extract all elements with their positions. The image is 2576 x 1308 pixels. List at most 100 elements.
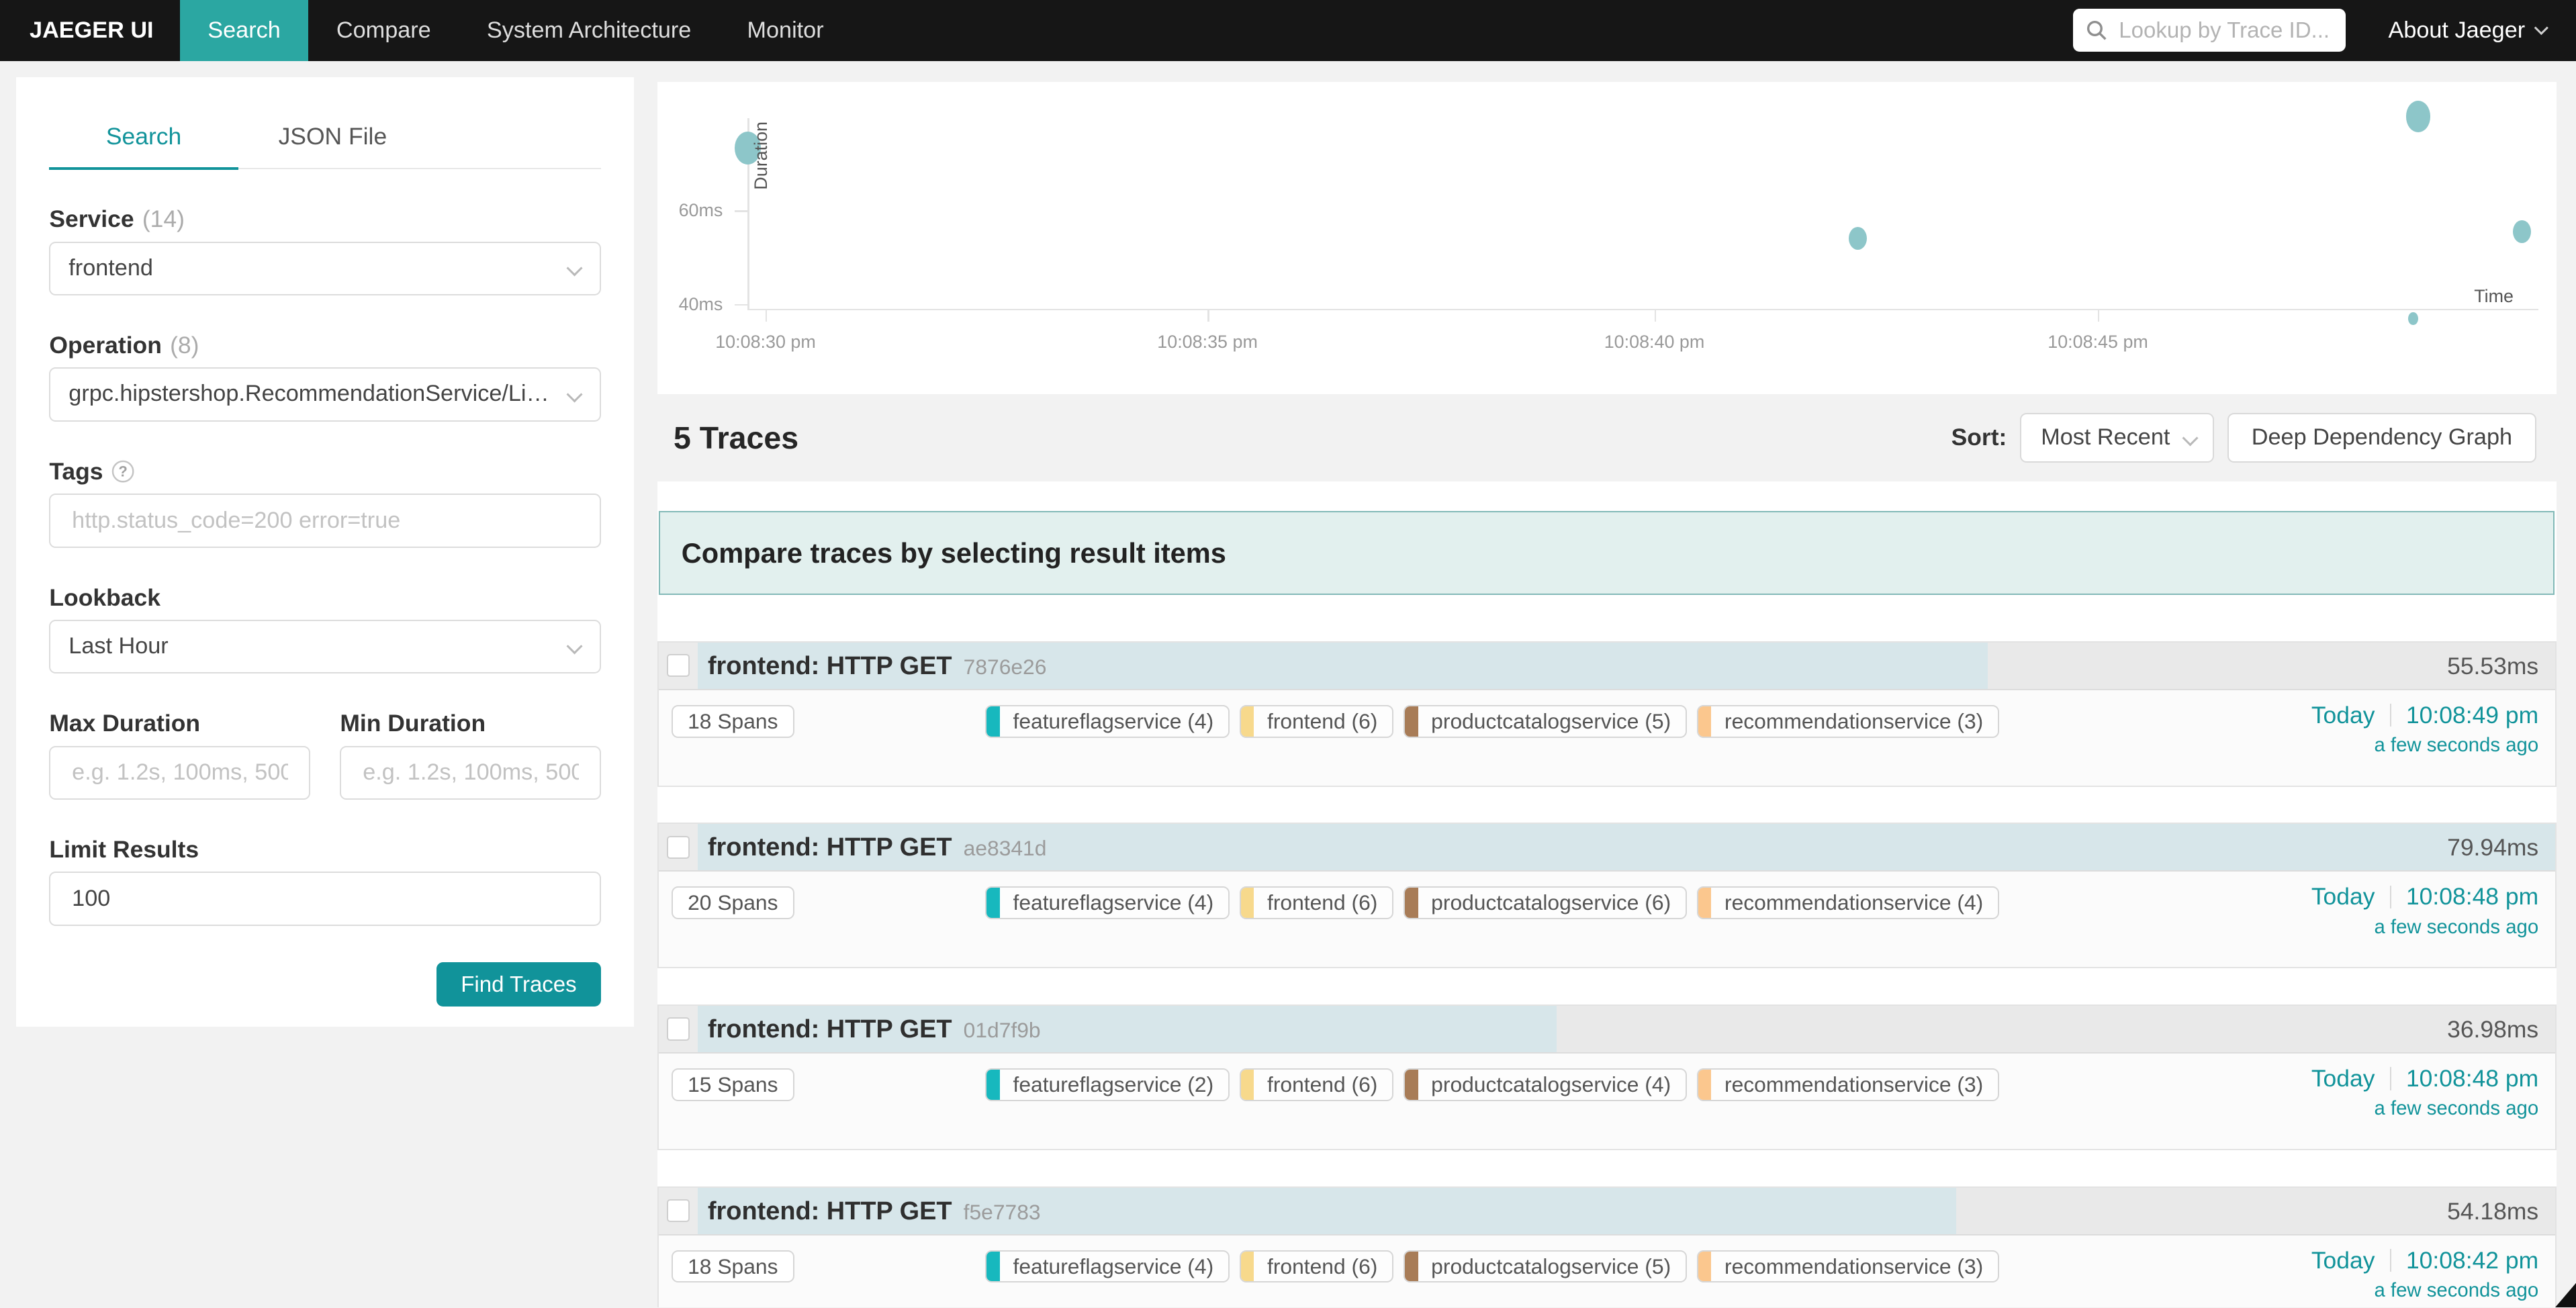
scatter-point[interactable] — [2406, 101, 2431, 132]
trace-result-card[interactable]: frontend: HTTP GETf5e7783 54.18ms 18 Spa… — [657, 1186, 2557, 1308]
x-tick-label: 10:08:30 pm — [715, 332, 816, 353]
trace-result-card[interactable]: frontend: HTTP GET7876e26 55.53ms 18 Spa… — [657, 641, 2557, 787]
compare-banner: Compare traces by selecting result items — [659, 511, 2555, 595]
span-count-pill: 18 Spans — [672, 705, 794, 738]
service-tag-label: frontend (6) — [1254, 709, 1392, 734]
trace-time-link[interactable]: 10:08:48 pm — [2406, 1065, 2538, 1092]
nav-item-search[interactable]: Search — [180, 0, 309, 61]
nav-item-compare[interactable]: Compare — [308, 0, 459, 61]
span-count-pill: 20 Spans — [672, 886, 794, 919]
span-count-pill: 15 Spans — [672, 1068, 794, 1101]
time-divider — [2390, 1249, 2391, 1272]
results-header: 5 Traces Sort: Most Recent Deep Dependen… — [657, 394, 2557, 481]
service-select-value: frontend — [68, 255, 153, 281]
service-tag-pill: productcatalogservice (6) — [1404, 886, 1687, 919]
min-duration-field: Min Duration — [340, 710, 601, 800]
trace-card-body: 20 Spans featureflagservice (4) frontend… — [659, 872, 2555, 967]
trace-select-checkbox[interactable] — [667, 1199, 690, 1222]
trace-id: f5e7783 — [964, 1200, 1041, 1224]
cursor-arrow — [2544, 1275, 2576, 1307]
max-duration-input[interactable] — [68, 747, 291, 799]
trace-card-header[interactable]: frontend: HTTP GETf5e7783 54.18ms — [659, 1188, 2555, 1235]
service-tag-label: frontend (6) — [1254, 1254, 1392, 1279]
about-jaeger-menu[interactable]: About Jaeger — [2388, 17, 2546, 44]
service-tag-label: frontend (6) — [1254, 890, 1392, 915]
chevron-down-icon — [566, 260, 582, 276]
trace-select-checkbox[interactable] — [667, 836, 690, 859]
trace-relative-time: a few seconds ago — [2311, 1279, 2538, 1302]
duration-fields: Max Duration Min Duration — [49, 710, 601, 800]
service-tag-label: productcatalogservice (6) — [1418, 890, 1686, 915]
limit-results-input[interactable] — [68, 873, 582, 925]
operation-label: Operation(8) — [49, 332, 601, 359]
service-color-swatch — [986, 706, 1000, 737]
trace-time-link[interactable]: 10:08:48 pm — [2406, 883, 2538, 910]
service-color-swatch — [1405, 888, 1418, 918]
trace-card-header[interactable]: frontend: HTTP GET01d7f9b 36.98ms — [659, 1006, 2555, 1054]
x-axis-line — [747, 309, 2538, 310]
service-tag-label: productcatalogservice (5) — [1418, 1254, 1686, 1279]
tab-json-file[interactable]: JSON File — [238, 110, 427, 169]
trace-title: frontend: HTTP GET — [708, 1015, 952, 1043]
service-color-swatch — [986, 1070, 1000, 1100]
service-tag-label: featureflagservice (4) — [1000, 709, 1228, 734]
max-duration-field: Max Duration — [49, 710, 310, 800]
sort-select[interactable]: Most Recent — [2020, 413, 2214, 462]
trace-result-card[interactable]: frontend: HTTP GET01d7f9b 36.98ms 15 Spa… — [657, 1005, 2557, 1150]
trace-card-header[interactable]: frontend: HTTP GETae8341d 79.94ms — [659, 824, 2555, 872]
min-duration-input[interactable] — [359, 747, 582, 799]
service-tags: featureflagservice (2) frontend (6) prod… — [985, 1068, 1999, 1101]
tags-input-box — [49, 494, 601, 548]
tab-search[interactable]: Search — [49, 110, 238, 170]
trace-result-card[interactable]: frontend: HTTP GETae8341d 79.94ms 20 Spa… — [657, 823, 2557, 968]
trace-date-link[interactable]: Today — [2311, 1065, 2375, 1092]
max-duration-label: Max Duration — [49, 710, 310, 737]
trace-select-checkbox[interactable] — [667, 1017, 690, 1040]
trace-date-link[interactable]: Today — [2311, 702, 2375, 729]
scatter-point[interactable] — [2513, 220, 2531, 243]
scatter-point[interactable] — [1849, 227, 1867, 250]
trace-lookup-input[interactable] — [2115, 16, 2332, 45]
deep-dependency-graph-button[interactable]: Deep Dependency Graph — [2227, 413, 2537, 462]
trace-time-link[interactable]: 10:08:49 pm — [2406, 702, 2538, 729]
sort-select-value: Most Recent — [2041, 424, 2170, 450]
svg-text:?: ? — [118, 463, 127, 480]
service-color-swatch — [1698, 1252, 1712, 1282]
service-count: (14) — [142, 205, 185, 233]
trace-date-link[interactable]: Today — [2311, 883, 2375, 910]
service-color-swatch — [986, 888, 1000, 918]
limit-results-input-box — [49, 872, 601, 926]
service-tag-pill: recommendationservice (3) — [1697, 1250, 1999, 1283]
operation-select[interactable]: grpc.hipstershop.RecommendationService/L… — [49, 367, 601, 422]
nav-right: About Jaeger — [2073, 0, 2576, 61]
trace-checkbox-cell — [659, 1188, 698, 1234]
trace-card-body: 18 Spans featureflagservice (4) frontend… — [659, 1235, 2555, 1308]
tags-input[interactable] — [68, 495, 582, 547]
lookback-select[interactable]: Last Hour — [49, 620, 601, 674]
trace-date-link[interactable]: Today — [2311, 1247, 2375, 1274]
service-tag-pill: featureflagservice (4) — [985, 886, 1230, 919]
trace-card-header[interactable]: frontend: HTTP GET7876e26 55.53ms — [659, 643, 2555, 690]
service-tag-pill: frontend (6) — [1240, 1250, 1394, 1283]
app-logo[interactable]: JAEGER UI — [0, 0, 180, 61]
help-icon[interactable]: ? — [111, 460, 134, 483]
service-color-swatch — [1241, 1070, 1254, 1100]
nav-item-system-architecture[interactable]: System Architecture — [459, 0, 719, 61]
trace-duration: 54.18ms — [2447, 1188, 2538, 1235]
nav-item-monitor[interactable]: Monitor — [719, 0, 852, 61]
trace-count: 5 Traces — [674, 420, 798, 456]
y-tick-label: 40ms — [657, 294, 723, 315]
find-traces-button[interactable]: Find Traces — [436, 962, 602, 1007]
x-tick-mark — [1207, 309, 1209, 322]
trace-title-block: frontend: HTTP GETae8341d — [708, 824, 1047, 872]
service-tag-label: recommendationservice (3) — [1711, 1254, 1998, 1279]
service-tag-label: productcatalogservice (4) — [1418, 1072, 1686, 1097]
service-color-swatch — [1698, 1070, 1712, 1100]
time-divider — [2390, 886, 2391, 908]
scatter-point[interactable] — [2408, 312, 2418, 326]
service-select[interactable]: frontend — [49, 242, 601, 296]
trace-id: ae8341d — [964, 836, 1047, 860]
trace-time-link[interactable]: 10:08:42 pm — [2406, 1247, 2538, 1274]
trace-select-checkbox[interactable] — [667, 654, 690, 677]
service-tag-pill: featureflagservice (4) — [985, 1250, 1230, 1283]
